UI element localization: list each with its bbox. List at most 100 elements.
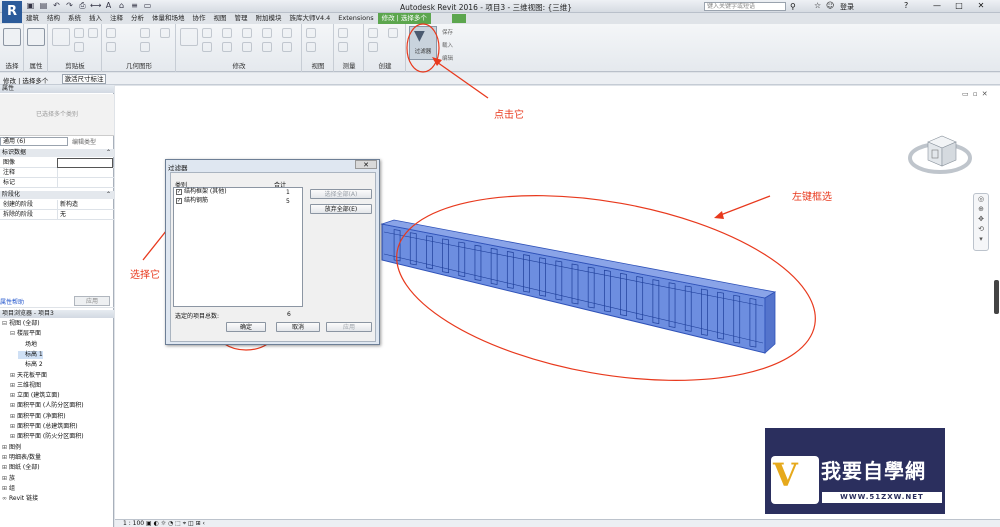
tree-toggle-icon[interactable]: ⊞ <box>2 485 9 493</box>
tab-architecture[interactable]: 建筑 <box>22 13 43 24</box>
tree-toggle-icon[interactable]: ⊞ <box>10 382 17 390</box>
cut-icon[interactable] <box>74 28 84 38</box>
tree-toggle-icon[interactable]: ⊞ <box>10 423 17 431</box>
browser-item[interactable]: ⊞ 面积平面 (人防分区面积) <box>10 402 84 410</box>
view-control-icons[interactable]: ▣ ◐ ☼ ◔ ⬚ ⌖ ◫ ⊞ ‹ <box>144 520 205 527</box>
copy-icon[interactable] <box>74 42 84 52</box>
dialog-apply-button[interactable]: 应用 <box>326 322 372 332</box>
browser-item[interactable]: 场地 <box>18 341 37 349</box>
cut-geometry-icon[interactable] <box>106 42 116 52</box>
tree-toggle-icon[interactable]: ⊞ <box>10 392 17 400</box>
browser-item[interactable]: ⊞ 明细表/数量 <box>2 454 41 462</box>
mirror-icon[interactable] <box>202 42 212 52</box>
load-selection-button[interactable]: 载入 <box>442 40 453 53</box>
match-type-icon[interactable] <box>88 28 98 38</box>
browser-item[interactable]: ∞ Revit 链接 <box>2 495 38 503</box>
undo-icon[interactable]: ↶ <box>51 1 62 11</box>
tree-toggle-icon[interactable]: ⊞ <box>10 402 17 410</box>
paint-icon[interactable] <box>160 28 170 38</box>
browser-item[interactable]: ⊞ 立面 (建筑立面) <box>10 392 60 400</box>
tree-toggle-icon[interactable]: ⊞ <box>10 433 17 441</box>
property-value[interactable] <box>57 178 113 188</box>
move-icon[interactable] <box>222 28 232 38</box>
properties-help-link[interactable]: 属性帮助 <box>0 297 24 306</box>
override-icon[interactable] <box>306 42 316 52</box>
browser-item[interactable]: ⊟ 楼层平面 <box>10 330 41 338</box>
minimize-button[interactable]: — <box>928 1 946 11</box>
view-window-controls[interactable]: ▭ ▫ ✕ <box>962 90 989 98</box>
properties-apply-button[interactable]: 应用 <box>74 296 110 306</box>
steering-wheel-icon[interactable]: ◎ <box>974 194 988 204</box>
trim-icon[interactable] <box>242 28 252 38</box>
array-icon[interactable] <box>262 28 272 38</box>
help-icon[interactable]: ? <box>904 1 908 10</box>
section-identity-data[interactable]: 标识数据 ⌃ <box>0 149 114 157</box>
redo-icon[interactable]: ↷ <box>64 1 75 11</box>
tab-analyze[interactable]: 分析 <box>127 13 148 24</box>
view-3d-icon[interactable]: ⌂ <box>116 1 127 11</box>
browser-item[interactable]: ⊞ 面积平面 (总建筑面积) <box>10 423 78 431</box>
tab-collaborate[interactable]: 协作 <box>189 13 210 24</box>
star-icon[interactable]: ☆ <box>814 1 821 10</box>
menu-icon[interactable]: ▾ <box>974 234 988 244</box>
revit-logo[interactable]: R <box>2 1 22 23</box>
browser-item[interactable]: ⊟ 视图 (全部) <box>2 320 40 328</box>
open-icon[interactable]: ▣ <box>25 1 36 11</box>
dialog-close-button[interactable]: ✕ <box>355 160 377 169</box>
pan-icon[interactable]: ✥ <box>974 214 988 224</box>
measure-tool-icon[interactable] <box>338 28 348 38</box>
rotate-icon[interactable] <box>222 42 232 52</box>
close-window-button[interactable]: ✕ <box>972 1 990 11</box>
tree-toggle-icon[interactable]: ⊞ <box>10 372 17 380</box>
wall-join-icon[interactable] <box>140 42 150 52</box>
browser-item[interactable]: ⊞ 三维视图 <box>10 382 41 390</box>
collapse-icon[interactable]: ⌃ <box>106 191 111 199</box>
orbit-icon[interactable]: ⟲ <box>974 224 988 234</box>
join-icon[interactable] <box>140 28 150 38</box>
tab-view[interactable]: 视图 <box>210 13 231 24</box>
similar-icon[interactable] <box>368 42 378 52</box>
activate-dimensions-button[interactable]: 激活尺寸标注 <box>62 74 106 84</box>
login-button[interactable]: 登录 <box>840 2 854 12</box>
create-parts-icon[interactable] <box>388 28 398 38</box>
edit-type-button[interactable]: 编辑类型 <box>72 137 96 146</box>
property-value[interactable]: 新构造 <box>57 200 113 210</box>
create-group-icon[interactable] <box>368 28 378 38</box>
align-icon[interactable] <box>180 28 198 46</box>
user-icon[interactable]: ☺ <box>826 1 834 10</box>
cancel-button[interactable]: 取消 <box>276 322 320 332</box>
tab-family-library[interactable]: 族库大师V4.4 <box>286 13 335 24</box>
binoculars-icon[interactable]: ⚲ <box>790 2 796 11</box>
tab-extensions[interactable]: Extensions <box>334 13 377 24</box>
measure-icon[interactable]: ⟷ <box>90 1 101 11</box>
tab-manage[interactable]: 管理 <box>231 13 252 24</box>
tree-toggle-icon[interactable]: ⊞ <box>10 413 17 421</box>
tab-modify-multi-select[interactable]: 修改 | 选择多个 <box>377 13 431 24</box>
search-input[interactable]: 键入关键字或短语 <box>704 2 786 11</box>
scale-icon[interactable] <box>262 42 272 52</box>
category-checkbox[interactable]: ✓ <box>176 188 182 195</box>
tab-structure[interactable]: 结构 <box>43 13 64 24</box>
browser-item[interactable]: ⊞ 面积平面 (防火分区面积) <box>10 433 84 441</box>
tree-toggle-icon[interactable]: ⊞ <box>2 475 9 483</box>
property-value[interactable] <box>57 168 113 178</box>
browser-item[interactable]: 标高 1 <box>18 350 43 359</box>
category-checkbox[interactable]: ✓ <box>176 197 182 204</box>
section-phasing[interactable]: 阶段化 ⌃ <box>0 191 114 199</box>
save-icon[interactable]: ▤ <box>38 1 49 11</box>
browser-item[interactable]: ⊞ 组 <box>2 485 15 493</box>
thin-lines-icon[interactable]: ≡ <box>129 1 140 11</box>
text-icon[interactable]: A <box>103 1 114 11</box>
tab-addins[interactable]: 附加模块 <box>252 13 286 24</box>
dimension-icon[interactable] <box>338 42 348 52</box>
save-selection-button[interactable]: 保存 <box>442 27 453 40</box>
tree-toggle-icon[interactable]: ⊟ <box>2 320 9 328</box>
switch-window-icon[interactable]: ▭ <box>142 1 153 11</box>
ribbon-toggle[interactable] <box>452 14 466 23</box>
category-item[interactable]: ✓ 结构钢筋 <box>176 197 208 205</box>
browser-item[interactable]: ⊞ 天花板平面 <box>10 372 47 380</box>
property-value[interactable] <box>57 158 113 168</box>
tab-systems[interactable]: 系统 <box>64 13 85 24</box>
browser-item[interactable]: ⊞ 图例 <box>2 444 21 452</box>
panel-label-select[interactable]: 选择 <box>0 62 24 71</box>
